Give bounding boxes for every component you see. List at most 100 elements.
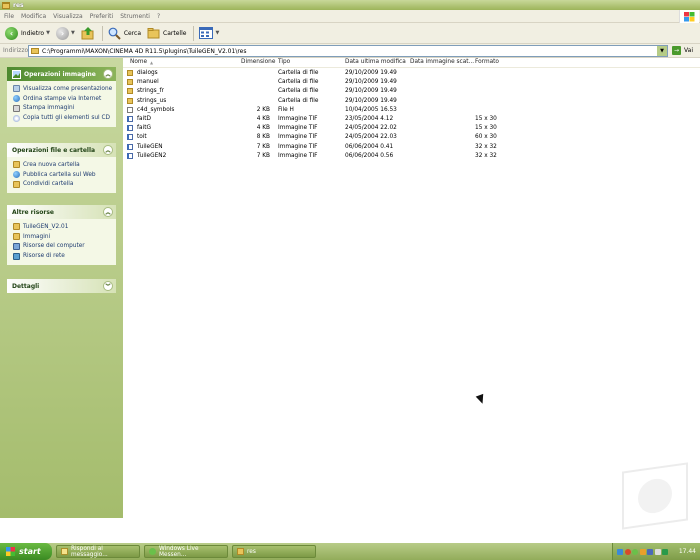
task-label: Pubblica cartella sul Web bbox=[23, 171, 96, 178]
tray-app-icon[interactable] bbox=[662, 548, 668, 555]
watermark-logo bbox=[622, 462, 688, 530]
place-tuilegen-folder[interactable]: TuileGEN_V2.01 bbox=[13, 222, 112, 232]
column-modified[interactable]: Data ultima modifica bbox=[345, 59, 406, 65]
address-dropdown-icon[interactable]: ▼ bbox=[657, 46, 667, 56]
collapse-chevron-icon[interactable]: ︽ bbox=[103, 145, 113, 155]
file-name: toit bbox=[137, 134, 147, 141]
chevron-down-icon[interactable]: ▼ bbox=[215, 30, 219, 36]
file-modified: 06/06/2004 0.41 bbox=[345, 143, 394, 150]
file-row[interactable]: c4d_symbols 2 KB File H 10/04/2005 16.53 bbox=[123, 106, 700, 115]
tray-app-icon[interactable] bbox=[647, 548, 653, 555]
file-row[interactable]: strings_us Cartella di file 29/10/2009 19.… bbox=[123, 97, 700, 106]
toolbar: ‹ Indietro ▼ › ▼ Cerca Cartelle ▼ bbox=[0, 23, 700, 44]
tray-antivirus-icon[interactable] bbox=[624, 548, 631, 555]
task-slideshow[interactable]: Visualizza come presentazione bbox=[13, 84, 112, 94]
place-label: Risorse del computer bbox=[23, 243, 85, 250]
clock: 17.44 bbox=[678, 548, 696, 555]
image-tasks-icon bbox=[12, 69, 21, 79]
file-size: 7 KB bbox=[256, 152, 270, 159]
up-folder-button[interactable] bbox=[79, 25, 97, 41]
menu-favorites[interactable]: Preferiti bbox=[90, 13, 114, 20]
place-network[interactable]: Risorse di rete bbox=[13, 251, 112, 261]
tray-network-icon[interactable] bbox=[617, 548, 623, 555]
globe-icon bbox=[13, 171, 20, 179]
task-copy-to-cd[interactable]: Copia tutti gli elementi sul CD bbox=[13, 113, 112, 123]
start-label: start bbox=[19, 547, 41, 556]
file-tasks-title: Operazioni file e cartella bbox=[12, 146, 96, 154]
file-size: 8 KB bbox=[256, 134, 270, 141]
views-button[interactable]: ▼ bbox=[197, 25, 221, 41]
file-format: 15 x 30 bbox=[475, 125, 497, 132]
task-reply-message[interactable]: Rispondi al messaggio... bbox=[56, 545, 140, 558]
views-icon bbox=[199, 27, 214, 39]
column-type[interactable]: Tipo bbox=[278, 59, 290, 65]
task-order-prints[interactable]: Ordina stampe via Internet bbox=[13, 94, 112, 104]
forward-button[interactable]: › ▼ bbox=[54, 25, 77, 41]
menu-file[interactable]: File bbox=[4, 13, 14, 20]
chevron-down-icon[interactable]: ▼ bbox=[71, 30, 75, 36]
task-share-folder[interactable]: Condividi cartella bbox=[13, 180, 112, 190]
task-new-folder[interactable]: Crea nuova cartella bbox=[13, 160, 112, 170]
chevron-down-icon[interactable]: ▼ bbox=[46, 30, 50, 36]
column-date-taken[interactable]: Data immagine scat... bbox=[410, 59, 474, 65]
file-row[interactable]: TuileGEN2 7 KB Immagine TIF 06/06/2004 0.56… bbox=[123, 152, 700, 161]
details-header[interactable]: Dettagli ︾ bbox=[7, 279, 116, 293]
tray-volume-icon[interactable] bbox=[654, 548, 661, 555]
column-format[interactable]: Formato bbox=[475, 59, 499, 65]
file-modified: 10/04/2005 16.53 bbox=[345, 106, 397, 113]
task-messenger[interactable]: Windows Live Messen... bbox=[144, 545, 228, 558]
task-res-window[interactable]: res bbox=[232, 545, 316, 558]
window-title: res bbox=[13, 1, 24, 9]
image-tasks-header[interactable]: Operazioni immagine ︽ bbox=[7, 67, 116, 81]
folder-icon bbox=[127, 79, 133, 86]
task-label: res bbox=[247, 548, 256, 555]
collapse-chevron-icon[interactable]: ︽ bbox=[103, 207, 113, 217]
search-button[interactable]: Cerca bbox=[106, 25, 143, 41]
file-name: faitD bbox=[137, 116, 151, 122]
file-row[interactable]: toit 8 KB Immagine TIF 24/05/2004 22.03 60 x… bbox=[123, 133, 700, 142]
go-button[interactable]: Vai bbox=[684, 47, 693, 54]
folders-label: Cartelle bbox=[163, 29, 187, 37]
tray-app-icon[interactable] bbox=[639, 548, 646, 555]
mail-icon bbox=[61, 548, 68, 555]
other-places-header[interactable]: Altre risorse ︽ bbox=[7, 205, 116, 219]
tif-image-icon bbox=[127, 125, 133, 132]
task-publish-web[interactable]: Pubblica cartella sul Web bbox=[13, 170, 112, 180]
file-row[interactable]: faitG 4 KB Immagine TIF 24/05/2004 22.02 15 … bbox=[123, 124, 700, 133]
file-tasks-header[interactable]: Operazioni file e cartella ︽ bbox=[7, 143, 116, 157]
tray-messenger-icon[interactable] bbox=[632, 548, 638, 555]
file-type: Cartella di file bbox=[278, 97, 319, 104]
address-input[interactable]: C:\Programmi\MAXON\CINEMA 4D R11.5\plugi… bbox=[28, 45, 668, 57]
file-row[interactable]: faitD 4 KB Immagine TIF 23/05/2004 4.12 15 x… bbox=[123, 115, 700, 124]
expand-chevron-icon[interactable]: ︾ bbox=[103, 281, 113, 291]
file-format: 32 x 32 bbox=[475, 152, 497, 159]
menu-view[interactable]: Visualizza bbox=[53, 13, 83, 20]
column-name[interactable]: Nome bbox=[130, 59, 147, 65]
place-my-computer[interactable]: Risorse del computer bbox=[13, 242, 112, 252]
column-size[interactable]: Dimensione bbox=[241, 59, 275, 65]
task-print-images[interactable]: Stampa immagini bbox=[13, 104, 112, 114]
details-panel: Dettagli ︾ bbox=[7, 279, 116, 293]
toolbar-separator bbox=[193, 25, 195, 41]
menu-tools[interactable]: Strumenti bbox=[120, 13, 150, 20]
file-row[interactable]: strings_fr Cartella di file 29/10/2009 19.… bbox=[123, 87, 700, 96]
place-pictures[interactable]: Immagini bbox=[13, 232, 112, 242]
file-row[interactable]: dialogs Cartella di file 29/10/2009 19.49 bbox=[123, 69, 700, 78]
menu-help[interactable]: ? bbox=[157, 13, 160, 20]
collapse-chevron-icon[interactable]: ︽ bbox=[103, 69, 113, 79]
folders-button[interactable]: Cartelle bbox=[145, 25, 188, 41]
file-modified: 24/05/2004 22.03 bbox=[345, 134, 397, 141]
file-row[interactable]: TuileGEN 7 KB Immagine TIF 06/06/2004 0.41 3… bbox=[123, 143, 700, 152]
place-label: Immagini bbox=[23, 233, 51, 240]
folder-icon bbox=[127, 97, 133, 104]
start-button[interactable]: start bbox=[0, 543, 52, 560]
back-button[interactable]: ‹ Indietro ▼ bbox=[3, 25, 52, 41]
folder-icon bbox=[31, 48, 39, 54]
menu-edit[interactable]: Modifica bbox=[21, 13, 46, 20]
up-folder-icon bbox=[81, 27, 94, 40]
messenger-icon bbox=[149, 548, 156, 555]
image-tasks-title: Operazioni immagine bbox=[24, 70, 96, 78]
file-row[interactable]: manuel Cartella di file 29/10/2009 19.49 bbox=[123, 78, 700, 87]
file-name: TuileGEN bbox=[137, 143, 163, 150]
go-arrow-icon[interactable]: → bbox=[672, 46, 681, 55]
